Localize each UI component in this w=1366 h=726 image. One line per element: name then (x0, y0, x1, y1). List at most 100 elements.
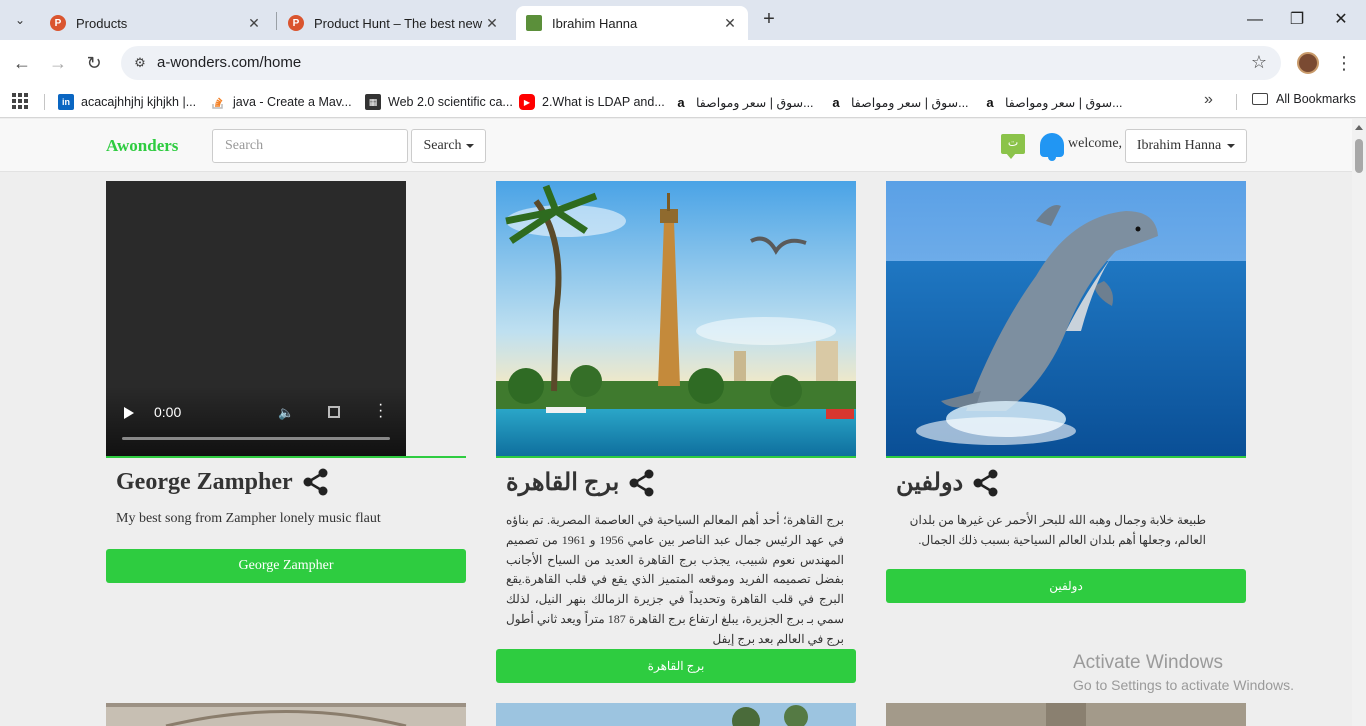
tab-separator (276, 12, 277, 30)
folder-icon (1252, 93, 1268, 105)
browser-menu-icon[interactable]: ⋮ (1334, 51, 1354, 75)
address-bar[interactable]: ⚙ a-wonders.com/home ☆ (121, 46, 1281, 80)
more-bookmarks-icon[interactable]: » (1204, 91, 1213, 109)
browser-tab-producthunt[interactable]: P Product Hunt – The best new p ✕ (278, 6, 510, 40)
card-accent-line (106, 456, 466, 458)
bookmark-label: Web 2.0 scientific ca... (388, 95, 513, 109)
video-time: 0:00 (154, 404, 182, 420)
bookmark-item[interactable]: a سوق | سعر ومواصفا... (673, 92, 814, 112)
maximize-button[interactable]: ❐ (1274, 6, 1320, 34)
close-tab-icon[interactable]: ✕ (722, 15, 738, 32)
all-bookmarks-button[interactable]: All Bookmarks (1252, 92, 1356, 106)
post-thumbnail[interactable] (496, 703, 856, 726)
scroll-thumb[interactable] (1355, 139, 1363, 173)
bookmark-item[interactable]: a سوق | سعر ومواصفا... (828, 92, 969, 112)
caret-down-icon (1227, 144, 1236, 148)
linkedin-icon: in (58, 94, 74, 110)
messages-icon[interactable]: ت (1001, 134, 1025, 159)
video-progress-bar[interactable] (122, 437, 390, 440)
bookmark-item[interactable]: ▶ 2.What is LDAP and... (519, 92, 665, 112)
browser-toolbar: ← → ↻ ⚙ a-wonders.com/home ☆ ⋮ (0, 40, 1366, 86)
search-dropdown-button[interactable]: Search (411, 129, 486, 163)
tab-title: Product Hunt – The best new p (314, 15, 484, 31)
back-icon[interactable]: ← (10, 51, 34, 75)
close-tab-icon[interactable]: ✕ (484, 15, 500, 32)
card-title-row: George Zampher (116, 468, 329, 496)
search-input[interactable] (212, 129, 408, 163)
bookmark-item[interactable]: in acacajhhjhj kjhjkh |... (58, 92, 196, 112)
site-favicon-icon (526, 15, 542, 31)
card-title: George Zampher (116, 468, 293, 495)
producthunt-icon: P (288, 15, 304, 31)
card-title: برج القاهرة (506, 470, 620, 496)
fullscreen-icon[interactable] (328, 406, 340, 418)
card-title: دولفين (896, 470, 964, 496)
close-tab-icon[interactable]: ✕ (246, 15, 262, 32)
youtube-icon: ▶ (519, 94, 535, 110)
video-more-icon[interactable]: · · · (378, 397, 383, 425)
url-text[interactable]: a-wonders.com/home (157, 54, 301, 71)
new-tab-button[interactable]: + (758, 8, 780, 32)
minimize-button[interactable]: — (1232, 6, 1278, 34)
card-title-row: برج القاهرة (506, 468, 655, 497)
page-scrollbar[interactable] (1352, 119, 1366, 726)
apps-grid-icon[interactable] (12, 93, 28, 109)
search-button-label: Search (423, 138, 462, 153)
bookmark-item[interactable]: ▦ Web 2.0 scientific ca... (365, 92, 513, 112)
bookmark-item[interactable]: java - Create a Mav... (210, 92, 352, 112)
activate-title: Activate Windows (1073, 652, 1223, 673)
bookmark-label: سوق | سعر ومواصفا... (1005, 95, 1123, 110)
stackoverflow-icon (210, 94, 226, 110)
caret-down-icon (465, 144, 474, 148)
welcome-text: welcome, (1068, 136, 1123, 151)
video-controls: 0:00 🔈 · · · (106, 386, 406, 456)
card-action-button[interactable]: دولفين (886, 569, 1246, 603)
producthunt-icon: P (50, 15, 66, 31)
cairo-tower-image (496, 181, 856, 458)
video-player[interactable]: 0:00 🔈 · · · (106, 181, 406, 456)
brand-logo[interactable]: Awonders (106, 136, 178, 156)
share-icon[interactable] (973, 469, 999, 497)
card-description: برج القاهرة؛ أحد أهم المعالم السياحية في… (506, 513, 845, 646)
amazon-icon: a (828, 94, 844, 110)
activate-windows-watermark: Activate Windows Go to Settings to activ… (1073, 652, 1294, 693)
close-window-button[interactable]: ✕ (1318, 6, 1364, 34)
browser-tab-products[interactable]: P Products ✕ (40, 6, 272, 40)
bookmark-label: acacajhhjhj kjhjkh |... (81, 95, 197, 109)
browser-tab-active[interactable]: Ibrahim Hanna ✕ (516, 6, 748, 40)
bookmark-divider (44, 94, 45, 110)
site-info-icon[interactable]: ⚙ (131, 54, 149, 72)
calculator-icon: ▦ (365, 94, 381, 110)
browser-tab-strip: ⌄ P Products ✕ P Product Hunt – The best… (0, 0, 1366, 40)
profile-avatar[interactable] (1297, 52, 1319, 74)
scroll-up-icon[interactable] (1355, 125, 1363, 130)
user-name: Ibrahim Hanna (1136, 138, 1222, 153)
card-action-button[interactable]: George Zampher (106, 549, 466, 583)
bookmark-star-icon[interactable]: ☆ (1251, 52, 1267, 73)
all-bookmarks-label: All Bookmarks (1276, 92, 1356, 106)
activate-subtitle: Go to Settings to activate Windows. (1073, 677, 1294, 693)
bookmark-item[interactable]: a سوق | سعر ومواصفا... (982, 92, 1123, 112)
bookmark-label: سوق | سعر ومواصفا... (851, 95, 969, 110)
post-thumbnail[interactable] (106, 703, 466, 726)
share-icon[interactable] (629, 469, 655, 497)
video-container: 0:00 🔈 · · · (106, 181, 466, 458)
post-thumbnail[interactable] (886, 703, 1246, 726)
share-icon[interactable] (303, 468, 329, 496)
amazon-icon: a (982, 94, 998, 110)
tab-search-button[interactable]: ⌄ (8, 8, 32, 32)
bookmark-divider (1236, 94, 1237, 110)
volume-icon[interactable]: 🔈 (278, 405, 294, 420)
notification-bell-icon[interactable] (1040, 133, 1064, 161)
card-title-row: دولفين (896, 468, 999, 497)
play-icon[interactable] (124, 407, 134, 419)
reload-icon[interactable]: ↻ (82, 51, 106, 75)
card-action-button[interactable]: برج القاهرة (496, 649, 856, 683)
user-menu-button[interactable]: Ibrahim Hanna (1125, 129, 1247, 163)
bookmark-label: 2.What is LDAP and... (542, 95, 665, 109)
bookmark-label: سوق | سعر ومواصفا... (696, 95, 814, 110)
tab-title: Ibrahim Hanna (552, 15, 638, 31)
bookmarks-bar: in acacajhhjhj kjhjkh |... java - Create… (0, 86, 1366, 118)
forward-icon[interactable]: → (46, 51, 70, 75)
bookmark-label: java - Create a Mav... (233, 95, 352, 109)
